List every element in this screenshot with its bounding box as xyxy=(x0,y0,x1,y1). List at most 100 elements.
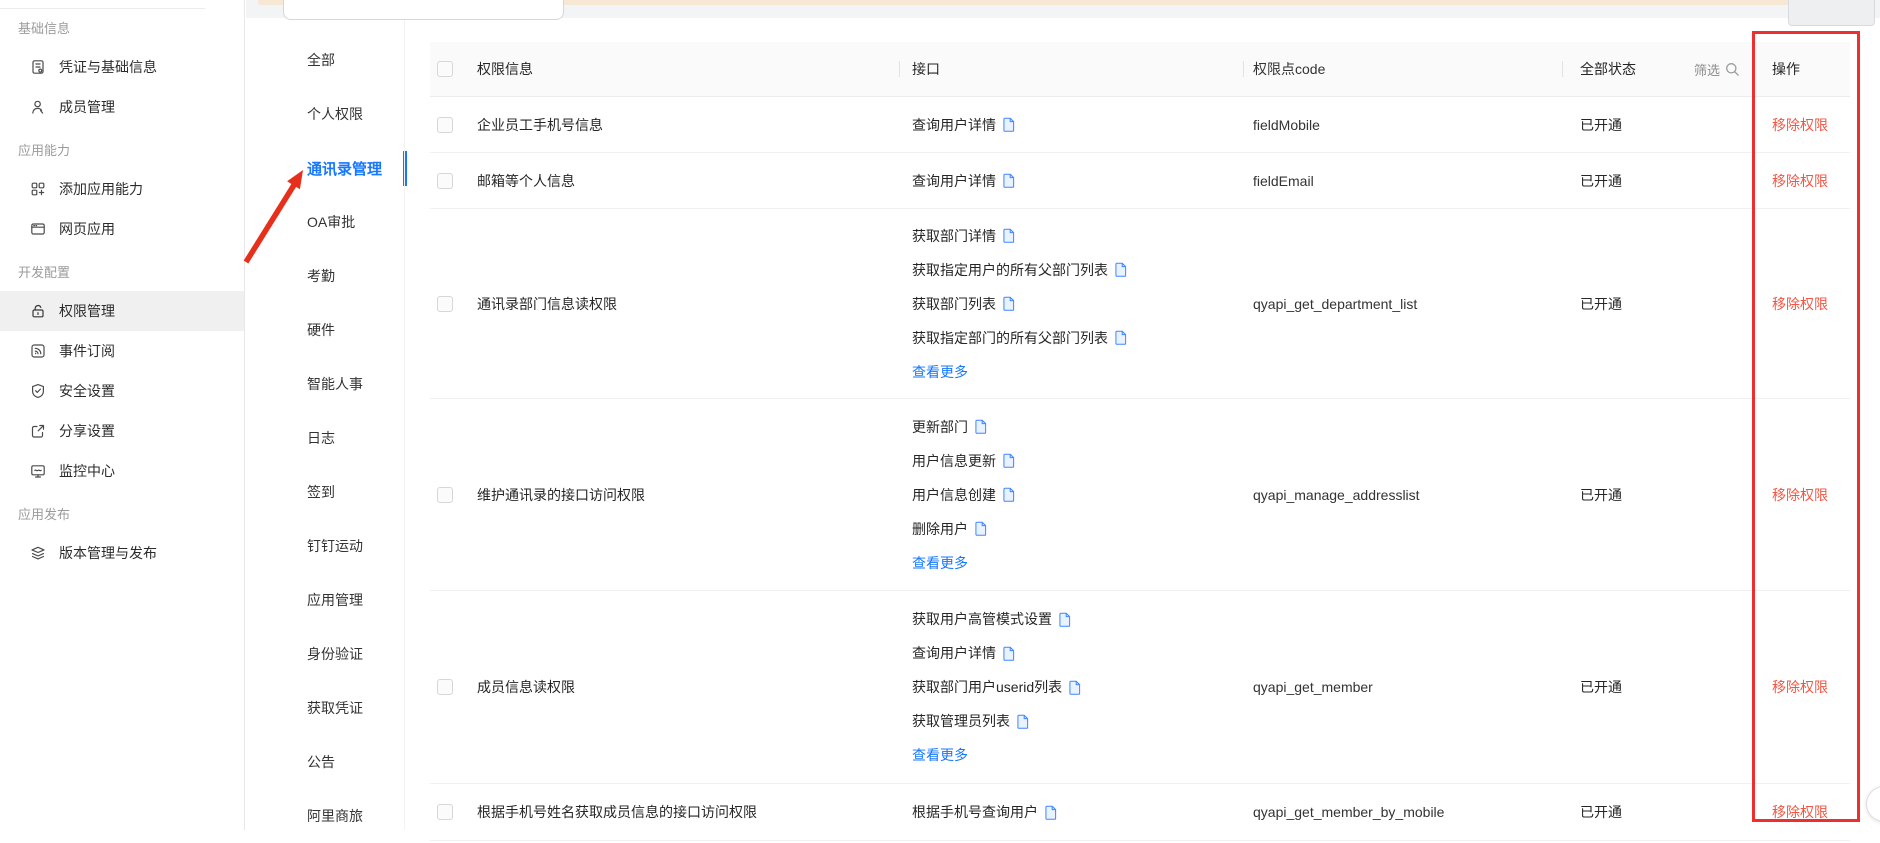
category-tab-get-credentials[interactable]: 获取凭证 xyxy=(246,681,404,735)
table-row: 根据手机号姓名获取成员信息的接口访问权限 根据手机号查询用户 qyapi_get… xyxy=(430,784,1850,841)
api-link[interactable]: 根据手机号查询用户 xyxy=(912,802,1038,822)
sidebar-item-event-subscription[interactable]: 事件订阅 xyxy=(0,331,244,371)
view-more-link[interactable]: 查看更多 xyxy=(912,745,968,765)
sidebar-item-permission-management[interactable]: 权限管理 xyxy=(0,291,244,331)
status-text: 已开通 xyxy=(1562,591,1748,783)
permission-table: 权限信息 接口 权限点code 全部状态 筛选 操作 企业员工手机号信息 查询用… xyxy=(430,42,1850,841)
api-link[interactable]: 删除用户 xyxy=(912,519,968,539)
sidebar-item-monitor-center[interactable]: 监控中心 xyxy=(0,451,244,491)
row-checkbox[interactable] xyxy=(437,487,453,503)
sidebar-item-add-capability[interactable]: 添加应用能力 xyxy=(0,169,244,209)
add-capability-icon xyxy=(30,181,46,197)
top-right-button[interactable] xyxy=(1788,0,1875,26)
remove-permission-link[interactable]: 移除权限 xyxy=(1772,802,1828,822)
table-row: 维护通讯录的接口访问权限 更新部门 用户信息更新 用户信息创建 删除用户 查看更… xyxy=(430,399,1850,591)
doc-icon[interactable] xyxy=(1003,296,1015,311)
status-text: 已开通 xyxy=(1562,209,1748,398)
category-tab-smart-hr[interactable]: 智能人事 xyxy=(246,357,404,411)
row-checkbox[interactable] xyxy=(437,296,453,312)
category-tab-ali-trip[interactable]: 阿里商旅 xyxy=(246,789,404,843)
api-link[interactable]: 更新部门 xyxy=(912,417,968,437)
nav-content-divider xyxy=(404,18,405,830)
table-row: 通讯录部门信息读权限 获取部门详情 获取指定用户的所有父部门列表 获取部门列表 … xyxy=(430,209,1850,399)
view-more-link[interactable]: 查看更多 xyxy=(912,362,968,382)
doc-icon[interactable] xyxy=(975,419,987,434)
sidebar-item-label: 凭证与基础信息 xyxy=(59,57,157,77)
api-link[interactable]: 查询用户详情 xyxy=(912,171,996,191)
category-tab-oa-approval[interactable]: OA审批 xyxy=(246,195,404,249)
api-link[interactable]: 获取部门详情 xyxy=(912,226,996,246)
permission-name: 通讯录部门信息读权限 xyxy=(470,209,899,398)
api-link[interactable]: 获取指定用户的所有父部门列表 xyxy=(912,260,1108,280)
doc-icon[interactable] xyxy=(1115,330,1127,345)
doc-icon[interactable] xyxy=(1069,680,1081,695)
category-tab-announcement[interactable]: 公告 xyxy=(246,735,404,789)
category-tab-hardware[interactable]: 硬件 xyxy=(246,303,404,357)
api-link[interactable]: 获取部门用户userid列表 xyxy=(912,677,1062,697)
credential-icon xyxy=(30,59,46,75)
category-tab-all[interactable]: 全部 xyxy=(246,33,404,87)
api-link[interactable]: 获取管理员列表 xyxy=(912,711,1010,731)
category-tab-checkin[interactable]: 签到 xyxy=(246,465,404,519)
view-more-link[interactable]: 查看更多 xyxy=(912,553,968,573)
sidebar-item-share-settings[interactable]: 分享设置 xyxy=(0,411,244,451)
doc-icon[interactable] xyxy=(1045,805,1057,820)
sidebar-item-security-settings[interactable]: 安全设置 xyxy=(0,371,244,411)
doc-icon[interactable] xyxy=(1003,646,1015,661)
sidebar-item-label: 添加应用能力 xyxy=(59,179,143,199)
filter-button[interactable]: 筛选 xyxy=(1694,60,1740,79)
sidebar-section-dev-config: 开发配置 xyxy=(0,251,244,291)
api-link[interactable]: 用户信息创建 xyxy=(912,485,996,505)
remove-permission-link[interactable]: 移除权限 xyxy=(1772,171,1828,191)
doc-icon[interactable] xyxy=(1115,262,1127,277)
row-checkbox[interactable] xyxy=(437,173,453,189)
remove-permission-link[interactable]: 移除权限 xyxy=(1772,294,1828,314)
category-tab-personal[interactable]: 个人权限 xyxy=(246,87,404,141)
doc-icon[interactable] xyxy=(1003,117,1015,132)
api-link[interactable]: 查询用户详情 xyxy=(912,115,996,135)
doc-icon[interactable] xyxy=(1059,612,1071,627)
api-link[interactable]: 用户信息更新 xyxy=(912,451,996,471)
sidebar-item-version-release[interactable]: 版本管理与发布 xyxy=(0,533,244,573)
category-tab-dingtalk-sports[interactable]: 钉钉运动 xyxy=(246,519,404,573)
row-checkbox[interactable] xyxy=(437,117,453,133)
share-icon xyxy=(30,423,46,439)
api-link[interactable]: 获取部门列表 xyxy=(912,294,996,314)
doc-icon[interactable] xyxy=(1017,714,1029,729)
sidebar-item-label: 事件订阅 xyxy=(59,341,115,361)
floating-helper-button[interactable] xyxy=(1866,786,1880,822)
doc-icon[interactable] xyxy=(1003,173,1015,188)
sidebar-item-credentials[interactable]: 凭证与基础信息 xyxy=(0,47,244,87)
magnifier-icon xyxy=(1725,62,1740,77)
search-input[interactable] xyxy=(283,0,564,20)
doc-icon[interactable] xyxy=(975,521,987,536)
sidebar-section-release: 应用发布 xyxy=(0,493,244,533)
category-tab-identity-verify[interactable]: 身份验证 xyxy=(246,627,404,681)
doc-icon[interactable] xyxy=(1003,453,1015,468)
api-link[interactable]: 查询用户详情 xyxy=(912,643,996,663)
api-link[interactable]: 获取指定部门的所有父部门列表 xyxy=(912,328,1108,348)
category-tab-contacts[interactable]: 通讯录管理 xyxy=(246,141,404,195)
permission-code: qyapi_get_department_list xyxy=(1243,209,1562,398)
column-header-action: 操作 xyxy=(1748,42,1850,96)
status-text: 已开通 xyxy=(1562,153,1748,208)
remove-permission-link[interactable]: 移除权限 xyxy=(1772,485,1828,505)
remove-permission-link[interactable]: 移除权限 xyxy=(1772,677,1828,697)
header-separator xyxy=(899,61,900,77)
sidebar-section-basic-info: 基础信息 xyxy=(0,7,244,47)
sidebar-item-web-app[interactable]: 网页应用 xyxy=(0,209,244,249)
sidebar-item-label: 分享设置 xyxy=(59,421,115,441)
doc-icon[interactable] xyxy=(1003,487,1015,502)
table-row: 成员信息读权限 获取用户高管模式设置 查询用户详情 获取部门用户userid列表… xyxy=(430,591,1850,784)
sidebar-item-members[interactable]: 成员管理 xyxy=(0,87,244,127)
api-link[interactable]: 获取用户高管模式设置 xyxy=(912,609,1052,629)
member-icon xyxy=(30,99,46,115)
category-tab-log[interactable]: 日志 xyxy=(246,411,404,465)
category-tab-app-management[interactable]: 应用管理 xyxy=(246,573,404,627)
row-checkbox[interactable] xyxy=(437,679,453,695)
select-all-checkbox[interactable] xyxy=(437,61,453,77)
remove-permission-link[interactable]: 移除权限 xyxy=(1772,115,1828,135)
category-tab-attendance[interactable]: 考勤 xyxy=(246,249,404,303)
row-checkbox[interactable] xyxy=(437,804,453,820)
doc-icon[interactable] xyxy=(1003,228,1015,243)
